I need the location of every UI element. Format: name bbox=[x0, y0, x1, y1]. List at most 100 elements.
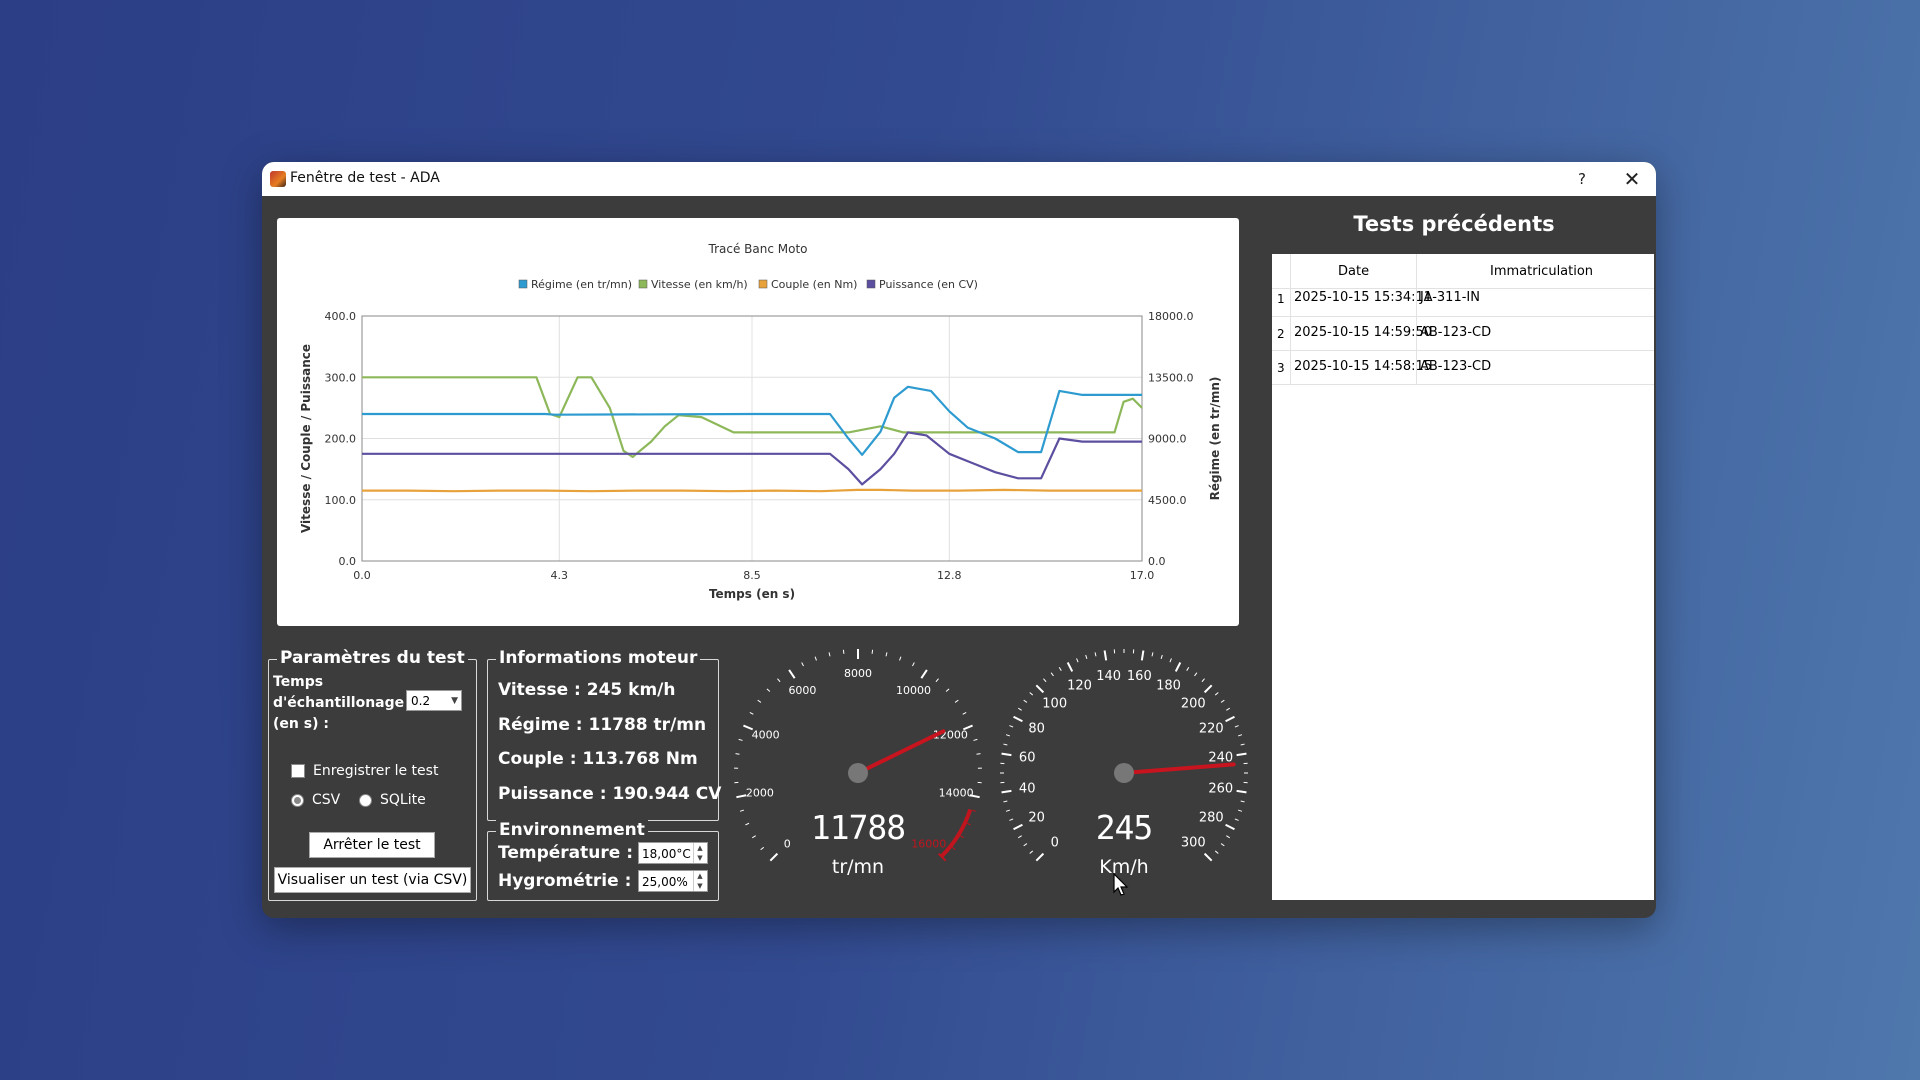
chevron-down-icon[interactable]: ▼ bbox=[451, 691, 458, 712]
gauge-tick bbox=[1013, 823, 1023, 831]
app-logo-icon bbox=[270, 171, 286, 187]
temperature-spinbox[interactable]: 18,00°C ▲ ▼ bbox=[638, 842, 708, 864]
gauge-tick bbox=[788, 669, 796, 679]
gauge-tick bbox=[1058, 667, 1062, 671]
legend-entry: Couple (en Nm) bbox=[771, 278, 857, 291]
csv-radio[interactable] bbox=[291, 793, 304, 807]
parameters-title: Paramètres du test bbox=[277, 648, 468, 668]
save-test-checkbox-row[interactable]: Enregistrer le test bbox=[291, 763, 438, 779]
row-date: 2025-10-15 15:34:11 bbox=[1294, 290, 1433, 305]
close-button[interactable]: ✕ bbox=[1617, 164, 1647, 194]
gauge-tick bbox=[966, 822, 971, 826]
mouse-pointer-icon bbox=[1113, 873, 1129, 896]
gauge-tick bbox=[1005, 809, 1011, 812]
x-tick-label: 0.0 bbox=[353, 569, 371, 582]
view-test-csv-button[interactable]: Visualiser un test (via CSV) bbox=[274, 867, 471, 893]
temperature-label: Température : bbox=[498, 843, 633, 863]
gauge-tick bbox=[899, 656, 902, 661]
gauge-label: 14000 bbox=[939, 787, 974, 800]
gauge-tick bbox=[1151, 652, 1154, 657]
stop-test-button[interactable]: Arrêter le test bbox=[309, 832, 435, 858]
previous-tests-table[interactable]: Date Immatriculation 1 2025-10-15 15:34:… bbox=[1272, 254, 1654, 900]
gauge-unit-label: tr/mn bbox=[832, 856, 884, 878]
test-window: Fenêtre de test - ADA ? ✕ Tracé Banc Mot… bbox=[262, 162, 1656, 918]
gauge-tick bbox=[1029, 850, 1034, 854]
gauge-needle bbox=[1122, 762, 1236, 775]
gauge-tick bbox=[828, 652, 831, 657]
column-header-plate[interactable]: Immatriculation bbox=[1490, 264, 1593, 279]
y-left-tick-label: 100.0 bbox=[325, 494, 357, 507]
legend-swatch bbox=[518, 279, 528, 289]
gauge-tick bbox=[951, 846, 956, 851]
test-chart: Tracé Banc Moto Régime (en tr/mn) Vitesse … bbox=[299, 242, 1222, 601]
gauge-tick bbox=[1174, 662, 1182, 672]
save-test-checkbox[interactable] bbox=[291, 764, 305, 778]
gauge-tick bbox=[976, 753, 981, 755]
gauge-tick bbox=[1009, 818, 1014, 821]
row-plate: JA-311-IN bbox=[1420, 290, 1480, 305]
gauge-tick bbox=[738, 738, 743, 741]
table-row-divider bbox=[1272, 350, 1654, 351]
gauge-tick bbox=[1237, 734, 1243, 737]
table-column-divider bbox=[1290, 254, 1291, 384]
x-tick-label: 17.0 bbox=[1130, 569, 1155, 582]
y-left-axis-label: Vitesse / Couple / Puissance bbox=[299, 344, 313, 533]
row-number: 2 bbox=[1277, 327, 1285, 341]
sampling-label-line-1: Temps bbox=[273, 674, 324, 690]
gauge-tick bbox=[1140, 650, 1145, 661]
chart-panel: Tracé Banc Moto Régime (en tr/mn) Vitesse … bbox=[277, 218, 1239, 626]
gauge-tick bbox=[1169, 658, 1172, 663]
gauge-label: 120 bbox=[1067, 679, 1092, 694]
gauge-tick bbox=[1237, 809, 1243, 812]
sqlite-radio[interactable] bbox=[359, 793, 372, 807]
environment-group: Environnement Température : 18,00°C ▲ ▼ H… bbox=[487, 820, 719, 901]
gauge-tick bbox=[1035, 852, 1045, 862]
x-tick-label: 12.8 bbox=[937, 569, 962, 582]
row-plate: AB-123-CD bbox=[1420, 359, 1492, 374]
gauge-tick bbox=[954, 699, 959, 703]
gauge-tick bbox=[739, 809, 745, 812]
row-number: 1 bbox=[1277, 292, 1285, 306]
window-title: Fenêtre de test - ADA bbox=[290, 170, 440, 186]
speed-readout: Vitesse : 245 km/h bbox=[498, 680, 676, 700]
gauge-tick bbox=[1050, 672, 1054, 677]
spin-arrows-icon[interactable]: ▲ ▼ bbox=[693, 871, 706, 891]
humidity-spinbox[interactable]: 25,00% ▲ ▼ bbox=[638, 870, 708, 892]
column-header-date[interactable]: Date bbox=[1338, 264, 1369, 279]
gauge-label: 40 bbox=[1019, 781, 1036, 796]
sampling-time-select[interactable]: 0.2 ▼ bbox=[406, 690, 462, 711]
legend-entry: Puissance (en CV) bbox=[879, 278, 978, 291]
gauge-tick bbox=[1225, 823, 1235, 831]
y-left-tick-label: 200.0 bbox=[325, 433, 357, 446]
spin-arrows-icon[interactable]: ▲ ▼ bbox=[693, 843, 706, 863]
gauge-tick bbox=[749, 711, 754, 715]
csv-radio-row[interactable]: CSV bbox=[291, 792, 340, 808]
gauge-tick bbox=[769, 852, 779, 862]
gauge-label: 160 bbox=[1127, 669, 1152, 684]
gauge-tick bbox=[1236, 789, 1247, 794]
gauge-label: 4000 bbox=[752, 729, 780, 742]
gauge-tick bbox=[1029, 692, 1034, 696]
y-left-tick-label: 0.0 bbox=[339, 555, 357, 568]
gauge-label: 10000 bbox=[896, 684, 931, 697]
x-axis-label: Temps (en s) bbox=[709, 587, 795, 601]
help-button[interactable]: ? bbox=[1567, 166, 1597, 192]
gauge-label: 0 bbox=[1051, 835, 1059, 850]
gauge-label: 200 bbox=[1181, 697, 1206, 712]
gauge-digital-readout: 11788 bbox=[811, 808, 905, 847]
rpm-readout: Régime : 11788 tr/mn bbox=[498, 715, 707, 735]
speed-gauge: 020406080100120140 1601802002202402602803… bbox=[1000, 649, 1248, 878]
y-right-tick-label: 9000.0 bbox=[1148, 433, 1187, 446]
table-row-divider bbox=[1272, 316, 1654, 317]
gauge-tick bbox=[1186, 667, 1190, 671]
gauge-tick bbox=[1066, 662, 1074, 672]
humidity-label: Hygrométrie : bbox=[498, 871, 632, 891]
gauge-tick bbox=[1236, 752, 1247, 757]
sqlite-radio-row[interactable]: SQLite bbox=[359, 792, 426, 808]
gauge-tick bbox=[1226, 707, 1230, 711]
gauge-tick bbox=[960, 835, 964, 839]
gauge-tick bbox=[1214, 850, 1219, 854]
gauge-tick bbox=[752, 835, 756, 839]
gauge-tick bbox=[735, 753, 740, 755]
gauge-tick bbox=[1003, 743, 1008, 746]
